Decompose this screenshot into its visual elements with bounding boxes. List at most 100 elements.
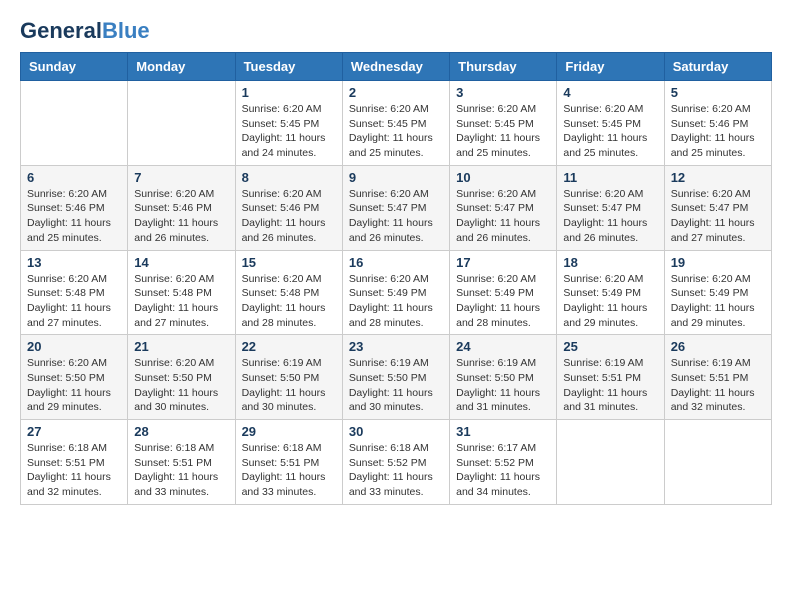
calendar-day-cell bbox=[557, 420, 664, 505]
day-number: 8 bbox=[242, 170, 336, 185]
day-number: 3 bbox=[456, 85, 550, 100]
logo: GeneralBlue bbox=[20, 20, 150, 42]
day-number: 1 bbox=[242, 85, 336, 100]
calendar-day-cell: 18 Sunrise: 6:20 AM Sunset: 5:49 PM Dayli… bbox=[557, 250, 664, 335]
logo-text: GeneralBlue bbox=[20, 20, 150, 42]
day-info: Sunrise: 6:19 AM Sunset: 5:50 PM Dayligh… bbox=[349, 356, 443, 415]
calendar-day-cell: 12 Sunrise: 6:20 AM Sunset: 5:47 PM Dayli… bbox=[664, 165, 771, 250]
day-number: 14 bbox=[134, 255, 228, 270]
day-number: 24 bbox=[456, 339, 550, 354]
day-info: Sunrise: 6:18 AM Sunset: 5:52 PM Dayligh… bbox=[349, 441, 443, 500]
day-number: 13 bbox=[27, 255, 121, 270]
weekday-header-wednesday: Wednesday bbox=[342, 53, 449, 81]
calendar-day-cell: 24 Sunrise: 6:19 AM Sunset: 5:50 PM Dayli… bbox=[450, 335, 557, 420]
calendar-week-row: 6 Sunrise: 6:20 AM Sunset: 5:46 PM Daylig… bbox=[21, 165, 772, 250]
day-number: 2 bbox=[349, 85, 443, 100]
day-number: 29 bbox=[242, 424, 336, 439]
weekday-header-thursday: Thursday bbox=[450, 53, 557, 81]
day-info: Sunrise: 6:20 AM Sunset: 5:48 PM Dayligh… bbox=[134, 272, 228, 331]
day-number: 5 bbox=[671, 85, 765, 100]
calendar-day-cell: 4 Sunrise: 6:20 AM Sunset: 5:45 PM Daylig… bbox=[557, 81, 664, 166]
calendar-week-row: 13 Sunrise: 6:20 AM Sunset: 5:48 PM Dayli… bbox=[21, 250, 772, 335]
day-number: 23 bbox=[349, 339, 443, 354]
day-number: 22 bbox=[242, 339, 336, 354]
weekday-header-saturday: Saturday bbox=[664, 53, 771, 81]
day-number: 25 bbox=[563, 339, 657, 354]
day-info: Sunrise: 6:20 AM Sunset: 5:45 PM Dayligh… bbox=[349, 102, 443, 161]
day-info: Sunrise: 6:20 AM Sunset: 5:46 PM Dayligh… bbox=[27, 187, 121, 246]
calendar-day-cell: 17 Sunrise: 6:20 AM Sunset: 5:49 PM Dayli… bbox=[450, 250, 557, 335]
day-number: 6 bbox=[27, 170, 121, 185]
day-number: 9 bbox=[349, 170, 443, 185]
day-info: Sunrise: 6:20 AM Sunset: 5:50 PM Dayligh… bbox=[134, 356, 228, 415]
calendar-day-cell: 8 Sunrise: 6:20 AM Sunset: 5:46 PM Daylig… bbox=[235, 165, 342, 250]
day-number: 30 bbox=[349, 424, 443, 439]
day-number: 21 bbox=[134, 339, 228, 354]
day-number: 12 bbox=[671, 170, 765, 185]
calendar-day-cell: 10Sunrise: 6:20 AM Sunset: 5:47 PM Dayli… bbox=[450, 165, 557, 250]
day-info: Sunrise: 6:20 AM Sunset: 5:46 PM Dayligh… bbox=[134, 187, 228, 246]
calendar-day-cell: 26Sunrise: 6:19 AM Sunset: 5:51 PM Dayli… bbox=[664, 335, 771, 420]
calendar-day-cell: 29 Sunrise: 6:18 AM Sunset: 5:51 PM Dayli… bbox=[235, 420, 342, 505]
calendar-day-cell: 28 Sunrise: 6:18 AM Sunset: 5:51 PM Dayli… bbox=[128, 420, 235, 505]
calendar-day-cell: 7 Sunrise: 6:20 AM Sunset: 5:46 PM Daylig… bbox=[128, 165, 235, 250]
calendar-day-cell: 13Sunrise: 6:20 AM Sunset: 5:48 PM Dayli… bbox=[21, 250, 128, 335]
calendar-day-cell: 2 Sunrise: 6:20 AM Sunset: 5:45 PM Daylig… bbox=[342, 81, 449, 166]
day-info: Sunrise: 6:20 AM Sunset: 5:47 PM Dayligh… bbox=[563, 187, 657, 246]
calendar-table: SundayMondayTuesdayWednesdayThursdayFrid… bbox=[20, 52, 772, 505]
day-number: 20 bbox=[27, 339, 121, 354]
weekday-header-friday: Friday bbox=[557, 53, 664, 81]
calendar-day-cell: 31Sunrise: 6:17 AM Sunset: 5:52 PM Dayli… bbox=[450, 420, 557, 505]
calendar-day-cell bbox=[664, 420, 771, 505]
day-number: 4 bbox=[563, 85, 657, 100]
day-info: Sunrise: 6:20 AM Sunset: 5:49 PM Dayligh… bbox=[563, 272, 657, 331]
day-info: Sunrise: 6:20 AM Sunset: 5:46 PM Dayligh… bbox=[671, 102, 765, 161]
calendar-day-cell: 6 Sunrise: 6:20 AM Sunset: 5:46 PM Daylig… bbox=[21, 165, 128, 250]
calendar-day-cell: 15Sunrise: 6:20 AM Sunset: 5:48 PM Dayli… bbox=[235, 250, 342, 335]
day-number: 18 bbox=[563, 255, 657, 270]
day-number: 16 bbox=[349, 255, 443, 270]
calendar-day-cell: 16 Sunrise: 6:20 AM Sunset: 5:49 PM Dayli… bbox=[342, 250, 449, 335]
calendar-day-cell: 20Sunrise: 6:20 AM Sunset: 5:50 PM Dayli… bbox=[21, 335, 128, 420]
calendar-day-cell bbox=[21, 81, 128, 166]
day-info: Sunrise: 6:20 AM Sunset: 5:49 PM Dayligh… bbox=[456, 272, 550, 331]
calendar-day-cell: 30 Sunrise: 6:18 AM Sunset: 5:52 PM Dayli… bbox=[342, 420, 449, 505]
calendar-header-row: SundayMondayTuesdayWednesdayThursdayFrid… bbox=[21, 53, 772, 81]
calendar-week-row: 20 Sunrise: 6:20 AM Sunset: 5:50 PM Dayli… bbox=[21, 335, 772, 420]
weekday-header-monday: Monday bbox=[128, 53, 235, 81]
day-info: Sunrise: 6:20 AM Sunset: 5:49 PM Dayligh… bbox=[671, 272, 765, 331]
day-info: Sunrise: 6:17 AM Sunset: 5:52 PM Dayligh… bbox=[456, 441, 550, 500]
day-number: 27 bbox=[27, 424, 121, 439]
day-info: Sunrise: 6:18 AM Sunset: 5:51 PM Dayligh… bbox=[134, 441, 228, 500]
day-info: Sunrise: 6:20 AM Sunset: 5:47 PM Dayligh… bbox=[671, 187, 765, 246]
day-info: Sunrise: 6:19 AM Sunset: 5:50 PM Dayligh… bbox=[456, 356, 550, 415]
day-info: Sunrise: 6:20 AM Sunset: 5:49 PM Dayligh… bbox=[349, 272, 443, 331]
day-number: 7 bbox=[134, 170, 228, 185]
calendar-day-cell: 9Sunrise: 6:20 AM Sunset: 5:47 PM Daylig… bbox=[342, 165, 449, 250]
day-number: 19 bbox=[671, 255, 765, 270]
calendar-day-cell: 25Sunrise: 6:19 AM Sunset: 5:51 PM Dayli… bbox=[557, 335, 664, 420]
logo-accent: Blue bbox=[102, 18, 150, 43]
calendar-day-cell: 19 Sunrise: 6:20 AM Sunset: 5:49 PM Dayli… bbox=[664, 250, 771, 335]
calendar-day-cell: 21 Sunrise: 6:20 AM Sunset: 5:50 PM Dayli… bbox=[128, 335, 235, 420]
day-number: 11 bbox=[563, 170, 657, 185]
calendar-week-row: 27 Sunrise: 6:18 AM Sunset: 5:51 PM Dayli… bbox=[21, 420, 772, 505]
day-info: Sunrise: 6:18 AM Sunset: 5:51 PM Dayligh… bbox=[242, 441, 336, 500]
day-info: Sunrise: 6:19 AM Sunset: 5:50 PM Dayligh… bbox=[242, 356, 336, 415]
calendar-day-cell: 3 Sunrise: 6:20 AM Sunset: 5:45 PM Daylig… bbox=[450, 81, 557, 166]
weekday-header-sunday: Sunday bbox=[21, 53, 128, 81]
calendar-day-cell: 22 Sunrise: 6:19 AM Sunset: 5:50 PM Dayli… bbox=[235, 335, 342, 420]
weekday-header-tuesday: Tuesday bbox=[235, 53, 342, 81]
calendar-day-cell: 5 Sunrise: 6:20 AM Sunset: 5:46 PM Daylig… bbox=[664, 81, 771, 166]
calendar-day-cell: 23 Sunrise: 6:19 AM Sunset: 5:50 PM Dayli… bbox=[342, 335, 449, 420]
day-info: Sunrise: 6:20 AM Sunset: 5:45 PM Dayligh… bbox=[563, 102, 657, 161]
day-info: Sunrise: 6:19 AM Sunset: 5:51 PM Dayligh… bbox=[671, 356, 765, 415]
calendar-day-cell: 1Sunrise: 6:20 AM Sunset: 5:45 PM Daylig… bbox=[235, 81, 342, 166]
calendar-day-cell: 14 Sunrise: 6:20 AM Sunset: 5:48 PM Dayli… bbox=[128, 250, 235, 335]
day-info: Sunrise: 6:20 AM Sunset: 5:45 PM Dayligh… bbox=[456, 102, 550, 161]
day-number: 28 bbox=[134, 424, 228, 439]
day-info: Sunrise: 6:20 AM Sunset: 5:48 PM Dayligh… bbox=[242, 272, 336, 331]
day-number: 17 bbox=[456, 255, 550, 270]
calendar-day-cell: 27Sunrise: 6:18 AM Sunset: 5:51 PM Dayli… bbox=[21, 420, 128, 505]
day-info: Sunrise: 6:20 AM Sunset: 5:46 PM Dayligh… bbox=[242, 187, 336, 246]
